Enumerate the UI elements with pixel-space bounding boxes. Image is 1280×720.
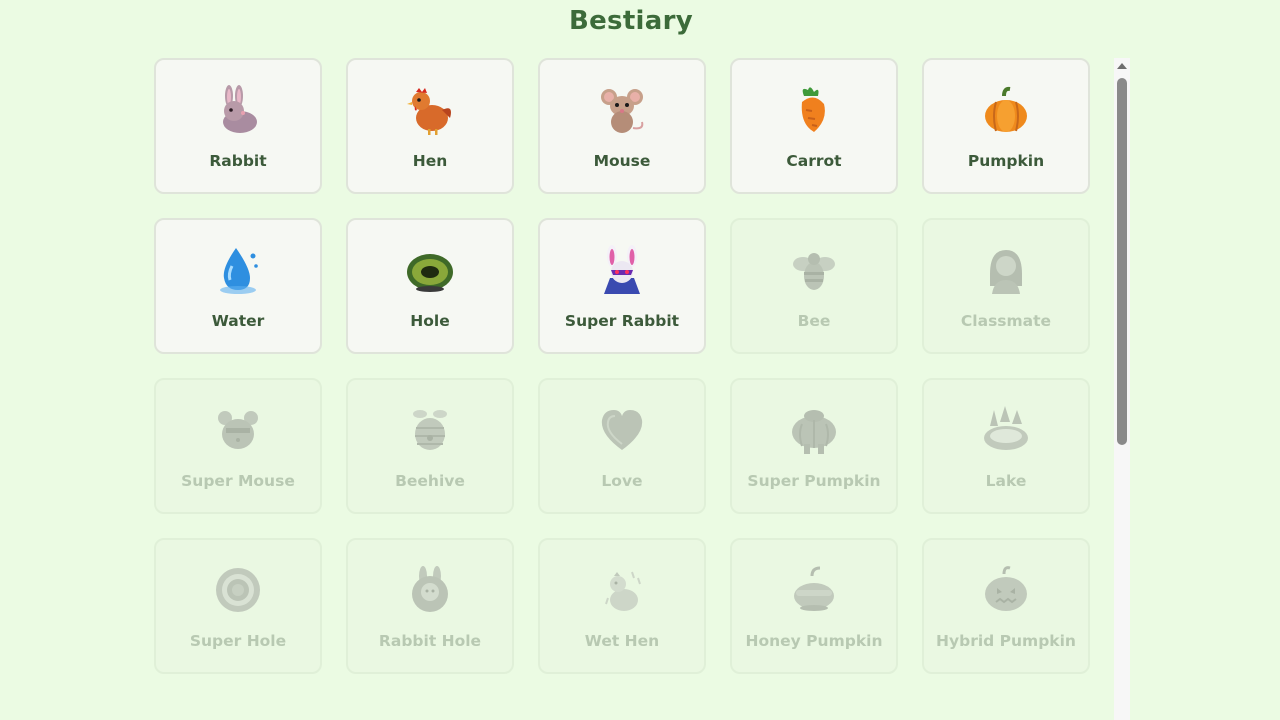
hybrid-pumpkin-icon	[980, 564, 1032, 616]
heart-icon	[596, 404, 648, 456]
card-label: Hole	[410, 312, 450, 330]
scrollbar[interactable]	[1114, 58, 1130, 720]
bestiary-card-love[interactable]: Love	[538, 378, 706, 514]
card-label: Lake	[985, 472, 1027, 490]
bestiary-grid: Rabbit Hen Mouse Carrot Pumpkin Water Hole Supe…	[154, 58, 1094, 674]
card-label: Pumpkin	[967, 152, 1045, 170]
rabbit-hole-icon	[404, 564, 456, 616]
bestiary-card-wet-hen[interactable]: Wet Hen	[538, 538, 706, 674]
mouse-icon	[596, 84, 648, 136]
bestiary-card-super-hole[interactable]: Super Hole	[154, 538, 322, 674]
card-label: Beehive	[395, 472, 465, 490]
bestiary-grid-container[interactable]: Rabbit Hen Mouse Carrot Pumpkin Water Hole Supe…	[154, 58, 1094, 720]
card-label: Hen	[412, 152, 448, 170]
bestiary-card-carrot[interactable]: Carrot	[730, 58, 898, 194]
bestiary-card-pumpkin[interactable]: Pumpkin	[922, 58, 1090, 194]
card-label: Bee	[797, 312, 831, 330]
bestiary-card-classmate[interactable]: Classmate	[922, 218, 1090, 354]
carrot-icon	[788, 84, 840, 136]
pumpkin-icon	[980, 84, 1032, 136]
super-hole-icon	[212, 564, 264, 616]
bestiary-card-beehive[interactable]: Beehive	[346, 378, 514, 514]
classmate-icon	[980, 244, 1032, 296]
bestiary-card-super-rabbit[interactable]: Super Rabbit	[538, 218, 706, 354]
super-mouse-icon	[212, 404, 264, 456]
card-label: Super Mouse	[181, 472, 295, 490]
page-title: Bestiary	[569, 6, 693, 36]
card-label: Super Hole	[189, 632, 287, 650]
card-label: Honey Pumpkin	[745, 632, 883, 650]
bestiary-card-rabbit[interactable]: Rabbit	[154, 58, 322, 194]
bestiary-card-lake[interactable]: Lake	[922, 378, 1090, 514]
bestiary-card-honey-pumpkin[interactable]: Honey Pumpkin	[730, 538, 898, 674]
bestiary-card-super-pumpkin[interactable]: Super Pumpkin	[730, 378, 898, 514]
card-label: Love	[601, 472, 643, 490]
card-label: Rabbit Hole	[378, 632, 482, 650]
bestiary-card-rabbit-hole[interactable]: Rabbit Hole	[346, 538, 514, 674]
card-label: Super Rabbit	[564, 312, 680, 330]
card-label: Wet Hen	[584, 632, 660, 650]
super-pumpkin-icon	[788, 404, 840, 456]
honey-pumpkin-icon	[788, 564, 840, 616]
bestiary-card-hen[interactable]: Hen	[346, 58, 514, 194]
hen-icon	[404, 84, 456, 136]
card-label: Mouse	[593, 152, 651, 170]
water-drop-icon	[212, 244, 264, 296]
card-label: Hybrid Pumpkin	[936, 632, 1076, 650]
bestiary-card-mouse[interactable]: Mouse	[538, 58, 706, 194]
scrollbar-thumb[interactable]	[1117, 78, 1127, 445]
beehive-icon	[404, 404, 456, 456]
card-label: Water	[211, 312, 265, 330]
card-label: Carrot	[786, 152, 842, 170]
hole-icon	[404, 244, 456, 296]
scroll-up-arrow-icon[interactable]	[1117, 63, 1127, 69]
card-label: Super Pumpkin	[747, 472, 881, 490]
super-rabbit-icon	[596, 244, 648, 296]
bestiary-card-super-mouse[interactable]: Super Mouse	[154, 378, 322, 514]
bestiary-card-bee[interactable]: Bee	[730, 218, 898, 354]
wet-hen-icon	[596, 564, 648, 616]
bestiary-card-water[interactable]: Water	[154, 218, 322, 354]
card-label: Rabbit	[209, 152, 267, 170]
lake-icon	[980, 404, 1032, 456]
bestiary-card-hole[interactable]: Hole	[346, 218, 514, 354]
rabbit-icon	[212, 84, 264, 136]
bee-icon	[788, 244, 840, 296]
card-label: Classmate	[960, 312, 1052, 330]
bestiary-card-hybrid-pumpkin[interactable]: Hybrid Pumpkin	[922, 538, 1090, 674]
